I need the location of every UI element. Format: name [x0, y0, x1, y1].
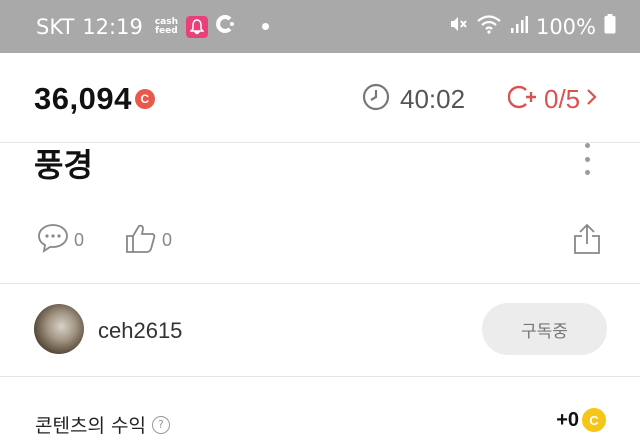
- notification-dot-icon: [262, 23, 270, 30]
- share-icon: [572, 223, 602, 260]
- share-button[interactable]: [572, 222, 602, 261]
- clock-icon: [362, 83, 390, 116]
- divider: [0, 283, 640, 284]
- points-value: 36,094: [34, 81, 132, 116]
- revenue-value: +0: [556, 408, 579, 431]
- coin-icon: C: [582, 408, 606, 432]
- chevron-right-icon: [586, 87, 598, 112]
- subscribe-button[interactable]: 구독중: [482, 303, 607, 355]
- revenue-label-row: 콘텐츠의 수익 ?: [35, 411, 170, 438]
- points-header: 36,094 C 40:02 0/5: [0, 53, 640, 143]
- cashfeed-icon: cash feed: [154, 16, 179, 36]
- post-title: 풍경: [34, 147, 93, 183]
- battery-level: 100%: [535, 14, 596, 39]
- carrier: SKT: [36, 14, 75, 39]
- divider: [0, 376, 640, 377]
- timer: 40:02: [362, 83, 465, 116]
- revenue-value-row: +0 C: [556, 408, 606, 432]
- like-count: 0: [162, 230, 173, 250]
- more-options-icon[interactable]: [580, 143, 594, 175]
- thumbs-up-icon: [124, 222, 158, 259]
- coin-icon: C: [134, 89, 155, 109]
- signal-icon: [510, 15, 528, 39]
- like-button[interactable]: 0: [124, 222, 172, 259]
- daily-quota[interactable]: 0/5: [507, 83, 598, 116]
- timer-value: 40:02: [400, 84, 466, 114]
- revenue-label: 콘텐츠의 수익: [35, 415, 146, 437]
- bell-icon: [186, 15, 209, 38]
- battery-icon: [604, 14, 616, 39]
- clock: 12:19: [82, 14, 143, 39]
- help-icon[interactable]: ?: [151, 415, 170, 434]
- points-balance[interactable]: 36,094 C: [34, 81, 155, 117]
- c-app-icon: [216, 14, 236, 39]
- status-bar: SKT 12:19 cash feed 100%: [0, 0, 640, 53]
- author-username[interactable]: ceh2615: [98, 318, 182, 344]
- coin-plus-icon: [507, 83, 538, 116]
- wifi-icon: [476, 14, 502, 39]
- mute-icon: [448, 14, 468, 39]
- comment-count: 0: [74, 230, 85, 250]
- comment-button[interactable]: 0: [36, 222, 84, 259]
- post-actions: 0 0: [36, 222, 606, 258]
- avatar[interactable]: [34, 304, 84, 354]
- quota-value: 0/5: [544, 84, 581, 114]
- comment-icon: [36, 222, 70, 259]
